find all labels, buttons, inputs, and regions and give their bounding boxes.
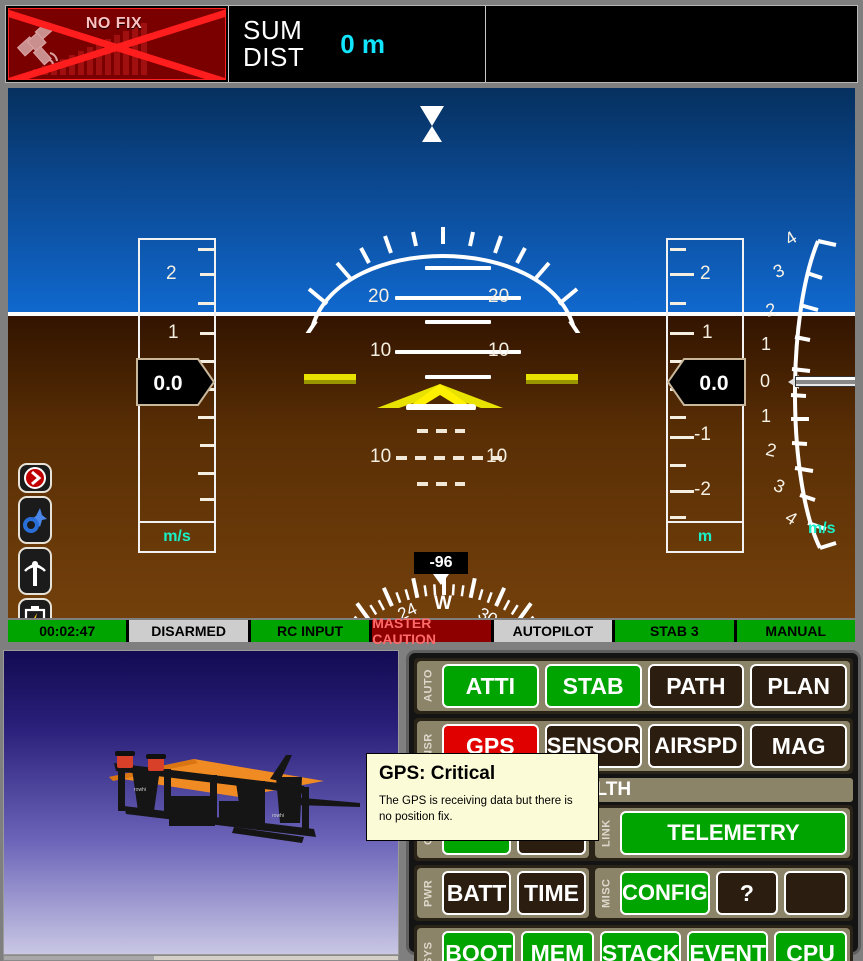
status-item[interactable]: AUTOPILOT <box>493 620 613 642</box>
panel-row-label: SYS <box>422 941 435 961</box>
altitude-units-label: m <box>668 521 742 551</box>
pitch-line-5 <box>425 375 491 379</box>
gps-status-box: NO FIX <box>8 8 226 80</box>
pfd-sidebar[interactable] <box>18 463 52 618</box>
pitch-label-neg10-left: 10 <box>370 446 392 467</box>
horizontal-scrollbar[interactable] <box>3 955 399 961</box>
panel-button[interactable]: TELEMETRY <box>620 811 847 855</box>
sum-dist-value: 0 m <box>340 28 386 59</box>
header-empty-cell[interactable] <box>486 6 857 82</box>
pitch-label-20-right: 20 <box>488 286 510 307</box>
primary-flight-display[interactable]: 20 20 10 10 10 10 2 1 m/s 0.0 2 1 -1 -2 … <box>8 88 855 618</box>
battery-button[interactable] <box>18 598 52 618</box>
gps-tooltip: GPS: Critical The GPS is receiving data … <box>366 753 599 841</box>
panel-button[interactable]: MEM <box>520 931 594 961</box>
vsi-label-up-1: 1 <box>761 334 772 354</box>
gps-no-fix-cross-icon <box>9 9 225 79</box>
pitch-label-20-left: 20 <box>368 286 390 307</box>
panel-button[interactable]: PLAN <box>750 664 847 708</box>
battery-bolt-icon <box>24 606 46 618</box>
panel-button[interactable]: ? <box>715 871 779 915</box>
status-item[interactable]: DISARMED <box>129 620 248 642</box>
gcs-application: NO FIX SUM DIST 0 m 20 20 10 10 10 10 2 … <box>0 0 863 961</box>
status-item[interactable]: MASTER CAUTION <box>372 615 491 647</box>
tooltip-title: GPS: Critical <box>379 763 496 784</box>
altitude-tick-1: 1 <box>702 322 713 343</box>
status-item[interactable]: STAB 3 <box>615 620 734 642</box>
vsi-needle <box>795 376 855 387</box>
panel-row-label: AUTO <box>422 669 435 703</box>
gps-status-widget[interactable]: NO FIX <box>6 6 229 82</box>
aircraft-3d-model: rowhi rowhi <box>109 751 360 843</box>
aircraft-symbol-icon <box>377 384 503 410</box>
vsi-label-zero: 0 <box>760 371 771 391</box>
panel-button[interactable]: TIME <box>517 871 586 915</box>
vsi-label-down-1: 1 <box>761 406 772 426</box>
panel-button[interactable]: ATTI <box>442 664 539 708</box>
panel-button[interactable]: PATH <box>647 664 745 708</box>
airspeed-readout-text: 0.0 <box>153 372 182 395</box>
pitch-line-15 <box>425 320 491 324</box>
status-item[interactable]: MANUAL <box>736 620 855 642</box>
antenna-icon <box>24 561 46 586</box>
expand-panel-button[interactable] <box>18 463 52 493</box>
panel-row: SYS BOOT MEM STACK EVENT CPU <box>414 925 853 961</box>
heading-pointer-icon <box>433 574 449 585</box>
telemetry-link-button[interactable] <box>18 547 52 595</box>
airspeed-tick-2: 2 <box>166 263 177 284</box>
panel-button[interactable]: STAB <box>544 664 642 708</box>
panel-button[interactable] <box>784 871 847 915</box>
altitude-readout-pointer: 0.0 <box>666 358 746 406</box>
status-item[interactable]: 00:02:47 <box>8 620 127 642</box>
panel-button[interactable]: BOOT <box>442 931 515 961</box>
panel-row-label: MISC <box>600 878 613 908</box>
compass-label-w: W <box>434 593 452 614</box>
airspeed-tick-1: 1 <box>168 322 179 343</box>
tooltip-body: The GPS is receiving data but there is n… <box>379 795 573 823</box>
sum-dist-label: SUM DIST <box>243 15 305 72</box>
pitch-line-neg15 <box>417 482 465 486</box>
chevron-right-circle-icon <box>24 467 46 489</box>
panel-button[interactable]: EVENT <box>687 931 769 961</box>
svg-text:rowhi: rowhi <box>134 787 146 793</box>
pitch-label-neg10-right: 10 <box>486 446 508 467</box>
aircraft-3d-view[interactable]: rowhi rowhi <box>3 650 399 955</box>
scrollbar-thumb[interactable] <box>4 956 154 960</box>
panel-button[interactable]: CPU <box>774 931 848 961</box>
panel-button[interactable]: BATT <box>442 871 511 915</box>
aircraft-wing-right-icon <box>526 374 578 384</box>
panel-row: PWR BATT TIME MISC CONFIG? <box>414 865 853 921</box>
vsi-units-label: m/s <box>808 520 836 537</box>
altitude-tick-neg2: -2 <box>694 479 711 500</box>
pitch-label-10-left: 10 <box>370 340 392 361</box>
status-bar: 00:02:47 DISARMED RC INPUT MASTER CAUTION AU… <box>8 615 855 647</box>
altitude-tick-neg1: -1 <box>694 424 711 445</box>
heading-readout: -96 <box>414 552 468 574</box>
aircraft-gear-icon <box>23 508 47 533</box>
aircraft-settings-button[interactable] <box>18 496 52 544</box>
panel-row-label: PWR <box>422 879 435 907</box>
panel-button[interactable]: STACK <box>599 931 682 961</box>
aircraft-wing-left-icon <box>304 374 356 384</box>
altitude-tick-2: 2 <box>700 263 711 284</box>
pitch-line-25 <box>425 266 491 270</box>
panel-button[interactable]: CONFIG <box>620 871 710 915</box>
panel-button[interactable]: AIRSPD <box>647 724 745 768</box>
panel-button[interactable]: MAG <box>750 724 847 768</box>
panel-row: AUTO ATTI STAB PATH PLAN <box>414 658 853 714</box>
sum-distance-widget[interactable]: SUM DIST 0 m <box>229 6 486 82</box>
pitch-line-neg5 <box>417 429 465 433</box>
status-item[interactable]: RC INPUT <box>250 620 370 642</box>
airspeed-units-label: m/s <box>140 521 214 551</box>
altitude-readout-text: 0.0 <box>699 372 728 395</box>
airspeed-readout-pointer: 0.0 <box>136 358 216 406</box>
pitch-label-10-right: 10 <box>488 340 510 361</box>
panel-row-label: LINK <box>600 819 613 847</box>
svg-text:rowhi: rowhi <box>272 813 284 819</box>
top-header-bar: NO FIX SUM DIST 0 m <box>5 5 858 83</box>
